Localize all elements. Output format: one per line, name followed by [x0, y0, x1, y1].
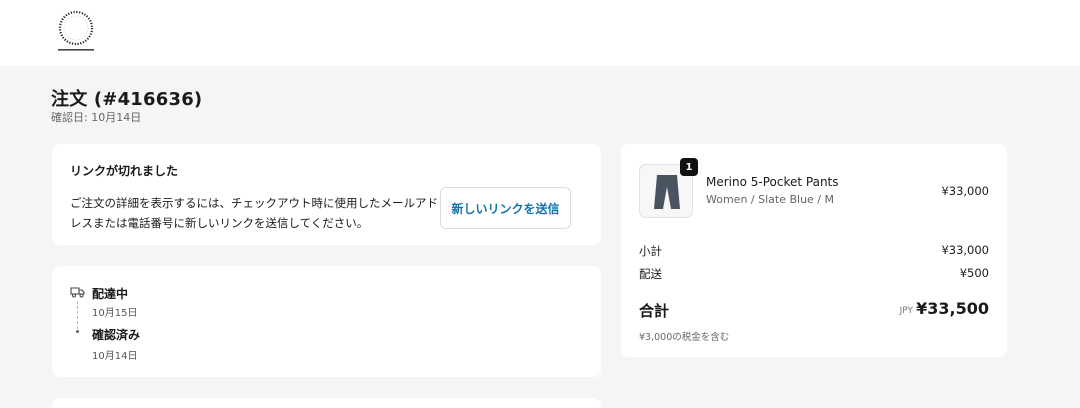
timeline-status: 配達中: [92, 287, 129, 301]
expired-link-message: ご注文の詳細を表示するには、チェックアウト時に使用したメールアドレスまたは電話番…: [70, 196, 438, 230]
shipping-label: 配送: [639, 267, 662, 281]
currency-code: JPY: [899, 306, 913, 316]
product-name: Merino 5-Pocket Pants: [706, 175, 839, 189]
tax-note: ¥3,000の税金を含む: [639, 332, 730, 343]
timeline-dot: [76, 330, 79, 333]
total-value: ¥33,500: [916, 299, 989, 318]
timeline-date: 10月14日: [92, 351, 138, 362]
total-label: 合計: [639, 302, 670, 320]
brand-logo[interactable]: [54, 8, 98, 54]
confirmed-date: 確認日: 10月14日: [51, 111, 142, 124]
order-summary-card: 1 Merino 5-Pocket Pants Women / Slate Bl…: [621, 144, 1007, 357]
page-title: 注文 (#416636): [51, 89, 203, 110]
product-price: ¥33,000: [941, 184, 989, 198]
product-variant: Women / Slate Blue / M: [706, 193, 835, 206]
truck-icon: [70, 287, 85, 298]
subtotal-label: 小計: [639, 244, 662, 258]
timeline-status: 確認済み: [92, 328, 141, 342]
send-new-link-button[interactable]: 新しいリンクを送信: [440, 187, 571, 229]
additional-card: [52, 398, 601, 408]
quantity-badge: 1: [680, 158, 698, 176]
header-bar: [0, 0, 1080, 66]
order-timeline-card: 配達中 10月15日 確認済み 10月14日: [52, 266, 601, 377]
timeline-connector: [77, 301, 78, 329]
shipping-row: 配送 ¥500: [639, 266, 989, 282]
subtotal-value: ¥33,000: [941, 243, 989, 257]
subtotal-row: 小計 ¥33,000: [639, 243, 989, 259]
timeline-date: 10月15日: [92, 308, 138, 319]
shipping-value: ¥500: [959, 266, 989, 280]
expired-link-card: リンクが切れました ご注文の詳細を表示するには、チェックアウト時に使用したメール…: [52, 144, 601, 245]
expired-link-heading: リンクが切れました: [70, 164, 179, 178]
